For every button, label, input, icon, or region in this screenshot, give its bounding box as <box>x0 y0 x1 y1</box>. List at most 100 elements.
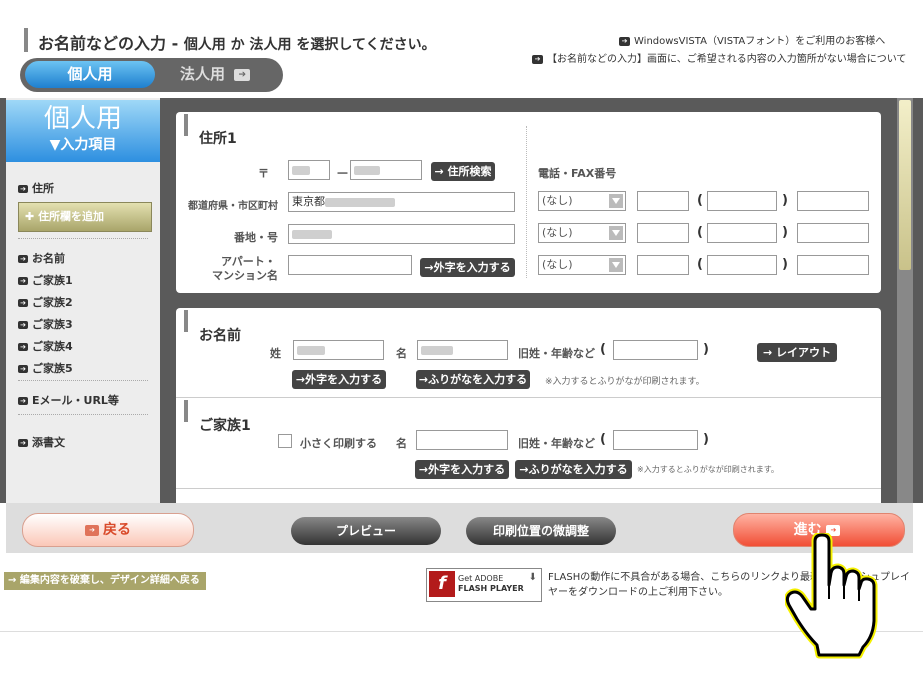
phone-1-area-input[interactable] <box>637 191 689 211</box>
kyusei-label: 旧姓・年齢など <box>518 347 595 360</box>
page-title-main: お名前などの入力 <box>38 34 167 53</box>
section-divider <box>176 397 881 398</box>
prefecture-label: 都道府県・市区町村 <box>188 201 278 212</box>
phone-type-value: (なし) <box>542 194 573 207</box>
close-paren: ) <box>703 432 709 447</box>
phone-1-local-input[interactable] <box>707 191 777 211</box>
sidebar-divider <box>18 414 148 415</box>
postal-dash: － <box>336 167 350 182</box>
postal-code-1-input[interactable] <box>288 160 330 180</box>
prefecture-city-input[interactable]: 東京都 <box>288 192 515 212</box>
sidebar-item-address[interactable]: ➔ 住所 <box>18 180 54 196</box>
phone-2-number-input[interactable] <box>797 223 869 243</box>
arrow-right-square-icon: ➔ <box>619 36 630 46</box>
phone-3-local-input[interactable] <box>707 255 777 275</box>
phone-3-number-input[interactable] <box>797 255 869 275</box>
address-search-button[interactable]: → 住所検索 <box>431 162 495 181</box>
gaiji-name-button[interactable]: →外字を入力する <box>292 370 386 389</box>
vista-link[interactable]: ➔ WindowsVISTA（VISTAフォント）をご利用のお客様へ <box>619 32 885 47</box>
section-divider <box>176 488 881 489</box>
address-divider <box>526 126 527 278</box>
sidebar-item-family5[interactable]: ➔ ご家族5 <box>18 360 73 376</box>
page-title: お名前などの入力 - 個人用 か 法人用 を選択してください。 <box>38 30 436 54</box>
tab-corporate[interactable]: 法人用 ➔ <box>160 61 278 88</box>
phone-type-select-1[interactable]: (なし) <box>538 191 626 211</box>
mei-input[interactable] <box>417 340 508 360</box>
vista-link-label: WindowsVISTA（VISTAフォント）をご利用のお客様へ <box>634 36 886 47</box>
phone-type-select-3[interactable]: (なし) <box>538 255 626 275</box>
furigana-name-button[interactable]: →ふりがなを入力する <box>416 370 530 389</box>
arrow-right-square-icon: ➔ <box>234 68 251 81</box>
open-paren: ( <box>697 193 703 208</box>
mei-label: 名 <box>396 347 407 360</box>
banchi-input[interactable] <box>288 224 515 244</box>
sidebar-item-name[interactable]: ➔ お名前 <box>18 250 65 266</box>
arrow-right-icon: → <box>418 373 429 386</box>
furigana-note: ※入力するとふりがなが印刷されます。 <box>545 377 705 387</box>
phone-2-area-input[interactable] <box>637 223 689 243</box>
tab-personal[interactable]: 個人用 <box>25 61 155 88</box>
discard-edit-link[interactable]: → 編集内容を破棄し、デザイン詳細へ戻る <box>4 572 206 590</box>
sidebar-item-family2[interactable]: ➔ ご家族2 <box>18 294 73 310</box>
sidebar-heading-big: 個人用 <box>43 104 122 134</box>
prefecture-value: 東京都 <box>292 195 325 208</box>
missing-fields-link[interactable]: ➔ 【お名前などの入力】画面に、ご希望される内容の入力箇所がない場合について <box>532 50 906 65</box>
arrow-right-square-icon: ➔ <box>18 343 28 351</box>
gaiji-name-label: 外字を入力する <box>305 373 383 386</box>
get-flash-player-badge[interactable]: f Get ADOBE FLASH PLAYER ⬇ <box>426 568 542 602</box>
arrow-left-square-icon: ➔ <box>85 524 99 536</box>
add-address-button[interactable]: ✚ 住所欄を追加 <box>18 202 152 232</box>
section-accent-bar <box>184 400 188 422</box>
discard-edit-label: 編集内容を破棄し、デザイン詳細へ戻る <box>19 575 200 586</box>
phone-3-area-input[interactable] <box>637 255 689 275</box>
kyusei-input[interactable] <box>613 340 698 360</box>
sidebar-divider <box>18 380 148 381</box>
chevron-down-icon <box>609 194 623 208</box>
sidebar-item-label: ご家族3 <box>32 318 73 331</box>
phone-1-number-input[interactable] <box>797 191 869 211</box>
sidebar-item-family1[interactable]: ➔ ご家族1 <box>18 272 73 288</box>
close-paren: ) <box>782 225 788 240</box>
chevron-down-icon <box>609 226 623 240</box>
phone-2-local-input[interactable] <box>707 223 777 243</box>
phone-type-select-2[interactable]: (なし) <box>538 223 626 243</box>
gaiji-family1-button[interactable]: →外字を入力する <box>415 460 509 479</box>
sidebar-item-label: 添書文 <box>32 436 65 449</box>
back-button[interactable]: ➔ 戻る <box>22 513 194 547</box>
family1-mei-label: 名 <box>396 437 407 450</box>
family1-kyusei-input[interactable] <box>613 430 698 450</box>
layout-button[interactable]: → レイアウト <box>757 343 837 362</box>
small-print-checkbox[interactable] <box>278 434 292 448</box>
form-scrollbar-thumb[interactable] <box>899 100 911 270</box>
arrow-right-icon: → <box>418 463 429 476</box>
postal-mark: 〒 <box>258 167 269 180</box>
phone-type-value: (なし) <box>542 258 573 271</box>
phone-type-value: (なし) <box>542 226 573 239</box>
address-section-title: 住所1 <box>199 131 237 147</box>
sidebar-item-message[interactable]: ➔ 添書文 <box>18 434 65 450</box>
sei-input[interactable] <box>293 340 384 360</box>
arrow-right-square-icon: ➔ <box>18 277 28 285</box>
postal-code-2-input[interactable] <box>350 160 422 180</box>
sidebar-item-label: お名前 <box>32 252 65 265</box>
add-address-label: 住所欄を追加 <box>38 210 105 223</box>
flash-badge-text: Get ADOBE FLASH PLAYER <box>458 574 524 594</box>
adjust-position-button[interactable]: 印刷位置の微調整 <box>466 517 616 545</box>
sidebar-item-email[interactable]: ➔ Eメール・URL等 <box>18 392 119 408</box>
arrow-right-square-icon: ➔ <box>18 397 28 405</box>
sidebar-item-family4[interactable]: ➔ ご家族4 <box>18 338 73 354</box>
open-paren: ( <box>600 342 606 357</box>
family1-mei-input[interactable] <box>416 430 508 450</box>
sidebar-item-family3[interactable]: ➔ ご家族3 <box>18 316 73 332</box>
furigana-family1-button[interactable]: →ふりがなを入力する <box>515 460 632 479</box>
gaiji-address-button[interactable]: →外字を入力する <box>420 258 515 277</box>
preview-button[interactable]: プレビュー <box>291 517 441 545</box>
apartment-input[interactable] <box>288 255 412 275</box>
section-accent-bar <box>184 310 188 332</box>
furigana-note: ※入力するとふりがなが印刷されます。 <box>637 465 779 474</box>
open-paren: ( <box>697 225 703 240</box>
back-button-label: 戻る <box>103 522 131 538</box>
family1-kyusei-label: 旧姓・年齢など <box>518 437 595 450</box>
page-subtitle: 個人用 か 法人用 を選択してください。 <box>183 37 436 53</box>
family1-section-title: ご家族1 <box>199 418 251 434</box>
